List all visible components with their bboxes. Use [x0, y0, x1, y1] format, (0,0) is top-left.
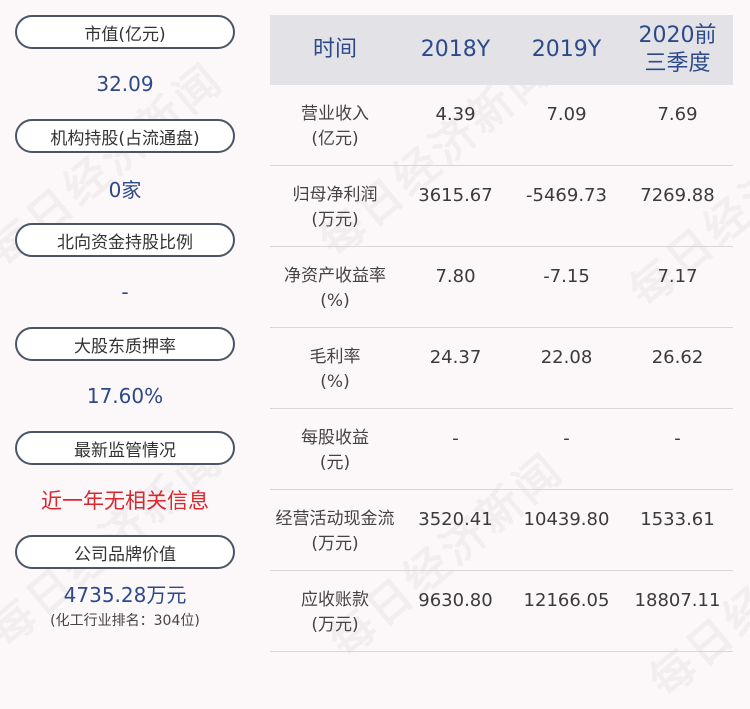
cell: 7.69 — [657, 104, 698, 125]
table-row: 营业收入 (亿元) 4.39 7.09 7.69 — [270, 85, 733, 166]
header-2019: 2019Y — [531, 37, 602, 62]
cell: - — [563, 428, 570, 449]
cell: 10439.80 — [523, 509, 610, 530]
row-label: 营业收入 (亿元) — [301, 104, 369, 149]
table-row: 每股收益 (元) - - - — [270, 409, 733, 490]
market-cap-value: 32.09 — [96, 72, 154, 96]
cell: 22.08 — [540, 347, 593, 368]
table-row: 净资产收益率 (%) 7.80 -7.15 7.17 — [270, 247, 733, 328]
cell: 9630.80 — [418, 590, 493, 611]
financials-table: 时间 2018Y 2019Y 2020前三季度 营业收入 (亿元) 4.39 7.… — [270, 15, 733, 652]
row-label: 每股收益 (元) — [301, 428, 369, 473]
cell: 7.09 — [546, 104, 587, 125]
brand-value-value: 4735.28万元 (化工行业排名：304位) — [50, 582, 200, 629]
regulatory-status-value: 近一年无相关信息 — [41, 489, 209, 513]
table-row: 归母净利润 (万元) 3615.67 -5469.73 7269.88 — [270, 166, 733, 247]
cell: 1533.61 — [640, 509, 715, 530]
cell: 4.39 — [435, 104, 476, 125]
table-row: 应收账款 (万元) 9630.80 12166.05 18807.11 — [270, 571, 733, 652]
northbound-ratio-value: - — [121, 280, 129, 304]
stock-summary-panel: 市值(亿元) 32.09 机构持股(占流通盘) 0家 北向资金持股比例 - 大股… — [15, 15, 235, 639]
brand-rank-note: (化工行业排名：304位) — [50, 612, 200, 629]
cell: 18807.11 — [634, 590, 721, 611]
northbound-ratio-label: 北向资金持股比例 — [15, 223, 235, 257]
header-2018: 2018Y — [420, 37, 491, 62]
cell: 26.62 — [651, 347, 704, 368]
header-2020q3: 2020前三季度 — [638, 23, 717, 76]
market-cap-label: 市值(亿元) — [15, 15, 235, 49]
institutional-holdings-value: 0家 — [108, 177, 142, 202]
pledge-rate-value: 17.60% — [86, 384, 164, 408]
table-header: 时间 2018Y 2019Y 2020前三季度 — [270, 15, 733, 85]
institutional-holdings-label: 机构持股(占流通盘) — [15, 119, 235, 153]
cell: 12166.05 — [523, 590, 610, 611]
cell: -7.15 — [543, 266, 590, 287]
row-label: 归母净利润 (万元) — [292, 185, 378, 230]
cell: 24.37 — [429, 347, 482, 368]
pledge-rate-label: 大股东质押率 — [15, 327, 235, 361]
cell: 3520.41 — [418, 509, 493, 530]
row-label: 净资产收益率 (%) — [284, 266, 386, 311]
cell: - — [452, 428, 459, 449]
cell: - — [674, 428, 681, 449]
table-row: 毛利率 (%) 24.37 22.08 26.62 — [270, 328, 733, 409]
row-label: 经营活动现金流 (万元) — [275, 509, 395, 554]
row-label: 应收账款 (万元) — [301, 590, 369, 635]
cell: 3615.67 — [418, 185, 493, 206]
brand-value-label: 公司品牌价值 — [15, 535, 235, 569]
regulatory-status-label: 最新监管情况 — [15, 431, 235, 465]
table-row: 经营活动现金流 (万元) 3520.41 10439.80 1533.61 — [270, 490, 733, 571]
row-label: 毛利率 (%) — [309, 347, 361, 392]
cell: 7269.88 — [640, 185, 715, 206]
cell: -5469.73 — [526, 185, 607, 206]
header-period: 时间 — [312, 37, 357, 62]
cell: 7.80 — [435, 266, 476, 287]
cell: 7.17 — [657, 266, 698, 287]
